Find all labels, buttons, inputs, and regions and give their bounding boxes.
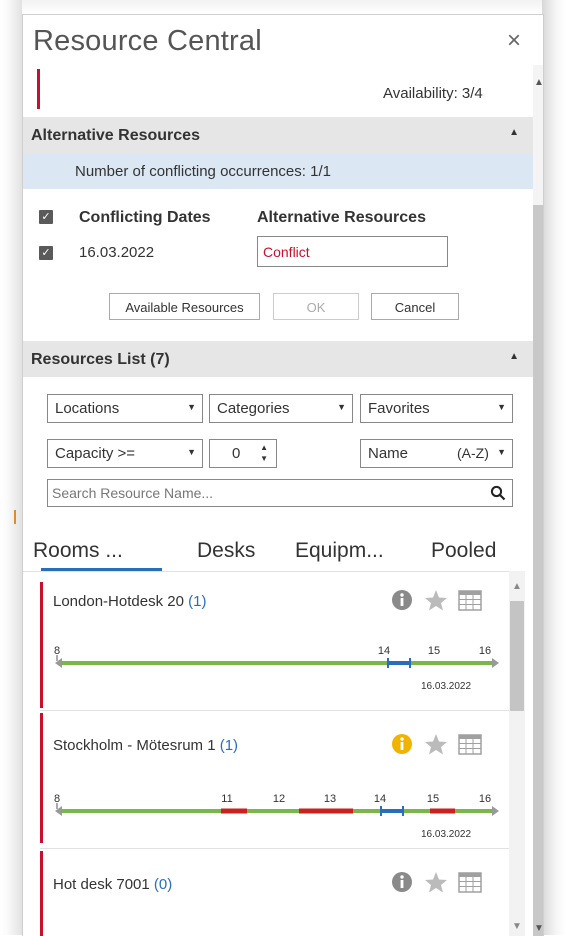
resource-count: (1) (188, 593, 207, 610)
tab-desks[interactable]: Desks (197, 539, 255, 563)
resource-status-bar (40, 851, 43, 936)
star-icon[interactable] (425, 590, 447, 611)
search-input[interactable]: Search Resource Name... (47, 479, 513, 507)
capacity-stepper[interactable]: 0 ▲ ▼ (209, 439, 277, 468)
available-resources-button[interactable]: Available Resources (109, 293, 260, 320)
dropdown-label: Locations (55, 400, 120, 417)
calendar-icon[interactable] (458, 872, 482, 893)
timeline-tick: 8 (54, 645, 60, 657)
info-icon[interactable] (392, 872, 412, 892)
resource-item-stockholm-motesrum-1[interactable]: Stockholm - Mötesrum 1 (1) (53, 737, 238, 754)
outer-scrollbar-thumb[interactable] (533, 205, 543, 936)
resource-actions (392, 734, 482, 755)
timeline-tick: 8 (54, 793, 60, 805)
resource-timeline[interactable]: 8 11 12 13 14 15 16 16.03.2022 (49, 793, 505, 843)
capacity-value: 0 (232, 445, 241, 462)
calendar-icon[interactable] (458, 734, 482, 755)
collapse-icon[interactable]: ▲ (509, 351, 519, 362)
tabs-divider (23, 571, 509, 572)
chevron-down-icon: ▼ (497, 402, 506, 412)
resource-item-hot-desk-7001[interactable]: Hot desk 7001 (0) (53, 876, 172, 893)
timeline-date: 16.03.2022 (421, 829, 471, 840)
resource-count: (1) (219, 737, 239, 754)
row-divider (40, 710, 509, 711)
resource-count: (0) (153, 876, 173, 893)
capacity-dropdown[interactable]: Capacity >= ▼ (47, 439, 203, 468)
resource-item-london-hotdesk-20[interactable]: London-Hotdesk 20 (1) (53, 593, 206, 610)
star-icon[interactable] (425, 872, 447, 893)
list-scroll-up-icon[interactable]: ▲ (512, 581, 522, 592)
conflict-value: Conflict (263, 244, 310, 260)
conflict-notice: Number of conflicting occurrences: 1/1 (23, 153, 533, 189)
section-title: Alternative Resources (31, 127, 200, 144)
resource-name: Stockholm - Mötesrum 1 (53, 737, 216, 754)
collapse-icon[interactable]: ▲ (509, 127, 519, 138)
calendar-icon[interactable] (458, 590, 482, 611)
resource-status-bar (40, 713, 43, 843)
tab-pooled[interactable]: Pooled (431, 539, 496, 563)
scroll-up-icon[interactable]: ▲ (534, 77, 543, 88)
timeline-tick: 16 (479, 645, 491, 657)
cancel-button[interactable]: Cancel (371, 293, 459, 320)
info-icon[interactable] (392, 734, 412, 754)
spinner-icon[interactable]: ▲ ▼ (260, 442, 268, 464)
alternative-resources-header[interactable]: Alternative Resources ▲ (23, 117, 533, 153)
timeline-tick: 16 (479, 793, 491, 805)
dropdown-label: Categories (217, 400, 290, 417)
col-alternative-resources: Alternative Resources (257, 209, 426, 226)
col-conflicting-dates: Conflicting Dates (79, 209, 211, 226)
resources-list-header[interactable]: Resources List (7) ▲ (23, 341, 533, 377)
ok-button[interactable]: OK (273, 293, 359, 320)
alternative-resource-field[interactable]: Conflict (257, 236, 448, 267)
resource-actions (392, 872, 482, 893)
timeline-tick: 11 (221, 793, 232, 805)
sort-name: Name (368, 445, 409, 462)
chevron-down-icon: ▼ (497, 447, 506, 457)
list-scroll-down-icon[interactable]: ▼ (512, 921, 522, 932)
chevron-down-icon: ▼ (337, 402, 346, 412)
section-title: Resources List (7) (31, 351, 170, 368)
window-title: Resource Central (33, 25, 262, 57)
resource-name: London-Hotdesk 20 (53, 593, 184, 610)
chevron-down-icon: ▼ (187, 447, 196, 457)
resource-status-bar (40, 582, 43, 708)
resource-name: Hot desk 7001 (53, 876, 150, 893)
dropdown-label: Capacity >= (55, 445, 136, 462)
status-bar (37, 69, 40, 109)
availability-label: Availability: 3/4 (383, 85, 483, 102)
conflict-date: 16.03.2022 (79, 244, 155, 261)
star-icon[interactable] (425, 734, 447, 755)
timeline-tick: 15 (428, 645, 440, 657)
locations-dropdown[interactable]: Locations ▼ (47, 394, 203, 423)
search-placeholder: Search Resource Name... (52, 485, 214, 501)
tab-rooms[interactable]: Rooms ... (33, 539, 123, 563)
edge-marker (14, 510, 16, 524)
notice-text: Number of conflicting occurrences: 1/1 (75, 163, 331, 180)
categories-dropdown[interactable]: Categories ▼ (209, 394, 353, 423)
date-checkbox[interactable]: ✓ (39, 246, 53, 260)
sort-order: (A-Z) (457, 445, 489, 461)
resource-actions (392, 590, 482, 611)
resource-timeline[interactable]: 8 14 15 16 16.03.2022 (49, 645, 505, 695)
row-divider (40, 848, 509, 849)
list-scrollbar-thumb[interactable] (510, 601, 524, 711)
sort-dropdown[interactable]: Name (A-Z) ▼ (360, 439, 513, 468)
timeline-tick: 13 (324, 793, 336, 805)
timeline-date: 16.03.2022 (421, 681, 471, 692)
timeline-tick: 14 (374, 793, 386, 805)
favorites-dropdown[interactable]: Favorites ▼ (360, 394, 513, 423)
search-icon[interactable] (490, 485, 506, 501)
tab-equipment[interactable]: Equipm... (295, 539, 384, 563)
resource-central-panel: Resource Central × ▲ ▼ Availability: 3/4… (22, 14, 544, 936)
timeline-tick: 14 (378, 645, 390, 657)
close-icon[interactable]: × (507, 27, 521, 55)
timeline-tick: 15 (427, 793, 439, 805)
select-all-checkbox[interactable]: ✓ (39, 210, 53, 224)
info-icon[interactable] (392, 590, 412, 610)
scroll-down-icon[interactable]: ▼ (534, 923, 543, 934)
chevron-down-icon: ▼ (187, 402, 196, 412)
timeline-tick: 12 (273, 793, 285, 805)
dropdown-label: Favorites (368, 400, 430, 417)
